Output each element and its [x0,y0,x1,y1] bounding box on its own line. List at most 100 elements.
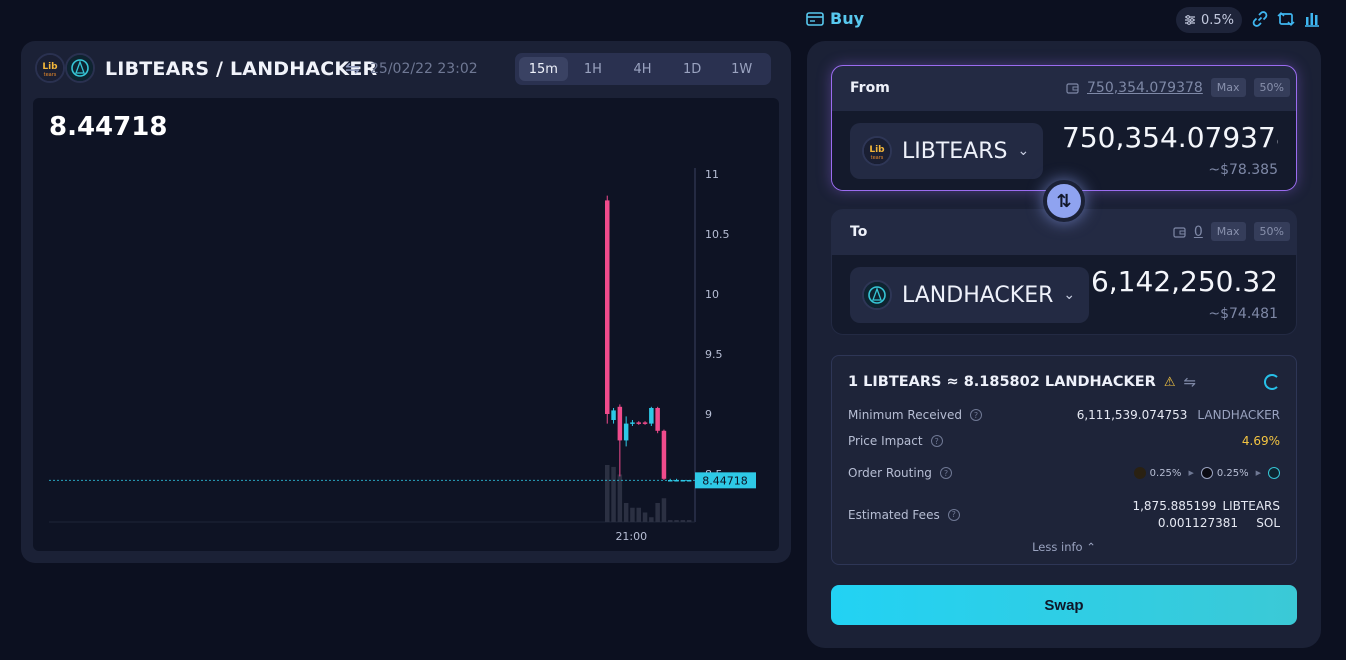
y-tick-label: 9.5 [705,348,723,361]
invert-rate-icon[interactable]: ⇋ [1183,373,1196,391]
timeframe-selector: 15m 1H 4H 1D 1W [515,53,771,85]
invert-pair-icon[interactable]: ⇋ [345,58,360,79]
card-icon [806,11,824,26]
candle-body [655,408,660,431]
y-tick-label: 10.5 [705,228,730,241]
volume-bar [674,520,679,522]
fee-line: 1,875.885199 LIBTEARS [1132,499,1280,513]
to-max-button[interactable]: Max [1210,222,1246,241]
timeframe-15m[interactable]: 15m [519,57,568,81]
last-price: 8.44718 [49,112,168,142]
route-fee-1: 0.25% [1149,467,1182,479]
timeframe-1d[interactable]: 1D [668,57,717,81]
to-usd-value: ~$74.481 [1208,306,1278,322]
timeframe-4h[interactable]: 4H [618,57,667,81]
fee-2-value: 0.001127381 [1157,516,1238,530]
slippage-settings-button[interactable]: 0.5% [1176,7,1242,33]
volume-bar [642,512,648,522]
volume-bar [649,517,654,522]
price-impact-value: 4.69% [1241,434,1280,448]
chart-toggle-icon[interactable] [1303,10,1321,28]
from-balance[interactable]: 750,354.079378 [1087,80,1203,96]
to-balance[interactable]: 0 [1194,224,1203,240]
volume-bar [605,465,610,522]
chart-header: Lib tears LIBTEARS / LANDHACKER ⇋ 25/02/2… [21,41,791,97]
minimum-received-value: 6,111,539.074753 [1076,408,1188,422]
to-input-area: LANDHACKER ⌄ 6,142,250.32 ~$74.481 [832,255,1296,334]
volume-bar [630,507,635,522]
to-token-select[interactable]: LANDHACKER ⌄ [850,267,1090,323]
price-chart[interactable]: 1110.5109.598.58.4471821:00 8.44718 [33,98,779,551]
libtears-logo-icon: Lib tears [35,53,65,83]
volume-bar [655,503,660,522]
slippage-value: 0.5% [1200,12,1235,28]
help-icon[interactable]: ? [930,435,943,447]
price-impact-row: Price Impact ? 4.69% [848,434,1280,448]
from-usd-value: ~$78.385 [1208,162,1278,178]
from-token-name: LIBTEARS [902,138,1008,164]
current-price-label: 8.44718 [702,474,748,487]
less-info-toggle[interactable]: Less info ⌃ [832,540,1296,554]
swap-button[interactable]: Swap [831,585,1297,625]
fee-2-unit: SOL [1256,516,1280,530]
minimum-received-label: Minimum Received [848,408,963,422]
help-icon[interactable]: ? [939,467,952,479]
swap-vertical-icon: ⇅ [1056,190,1072,212]
libtears-logo-icon: Lib tears [862,136,892,166]
help-icon[interactable]: ? [947,508,960,521]
order-routing-row: Order Routing ? 0.25% ▶ 0.25% ▶ [848,466,1280,480]
volume-bar [686,520,692,522]
chart-panel: Lib tears LIBTEARS / LANDHACKER ⇋ 25/02/2… [21,41,791,563]
volume-bar [636,507,641,522]
swap-panel: From 750,354.079378 Max 50% Lib tears LIB… [807,41,1321,648]
x-tick-label: 21:00 [615,530,647,543]
sliders-icon [1184,15,1195,25]
landhacker-logo-icon [65,53,95,83]
refresh-icon[interactable] [1277,10,1295,28]
timeframe-1h[interactable]: 1H [569,57,618,81]
swap-info-box: 1 LIBTEARS ≈ 8.185802 LANDHACKER ⚠ ⇋ Min… [831,355,1297,565]
chevron-up-icon: ⌃ [1086,540,1096,554]
candle-body [636,422,641,424]
landhacker-logo-icon [862,280,892,310]
minimum-received-unit: LANDHACKER [1197,408,1280,422]
arrow-right-icon: ▶ [1188,469,1194,477]
from-box: From 750,354.079378 Max 50% Lib tears LIB… [831,65,1297,191]
from-label: From [850,80,890,96]
svg-text:tears: tears [871,155,884,161]
candle-body [642,422,648,424]
timeframe-1w[interactable]: 1W [717,57,766,81]
wallet-icon [1066,82,1079,94]
chart-date: 25/02/22 23:02 [370,61,478,77]
volume-bar [680,520,686,522]
candle-body [649,408,654,424]
minimum-received-row: Minimum Received ? 6,111,539.074753 LAND… [848,408,1280,422]
price-impact-label: Price Impact [848,434,923,448]
fee-1-value: 1,875.885199 [1132,499,1217,513]
estimated-fees-label: Estimated Fees [848,507,940,522]
help-icon[interactable]: ? [970,409,983,421]
from-token-select[interactable]: Lib tears LIBTEARS ⌄ [850,123,1044,179]
estimated-fees-row: Estimated Fees ? 1,875.885199 LIBTEARS 0… [848,499,1280,530]
exchange-rate: 1 LIBTEARS ≈ 8.185802 LANDHACKER ⚠ ⇋ [848,373,1196,391]
flip-tokens-button[interactable]: ⇅ [1043,180,1085,222]
from-max-button[interactable]: Max [1210,78,1246,97]
from-amount-input[interactable]: 750,354.079378 [1062,121,1278,154]
route-path: 0.25% ▶ 0.25% ▶ [1133,467,1280,479]
to-balance-row: 0 Max 50% [1173,222,1290,241]
candle-body [611,410,616,420]
svg-text:tears: tears [44,72,57,78]
refresh-timer-icon[interactable] [1264,374,1280,390]
volume-bar [611,466,616,522]
y-tick-label: 10 [705,288,719,301]
candle-body [605,200,610,414]
buy-label: Buy [830,9,865,28]
route-fee-2: 0.25% [1216,467,1249,479]
link-icon[interactable] [1251,10,1269,28]
from-half-button[interactable]: 50% [1253,78,1290,97]
to-half-button[interactable]: 50% [1253,222,1290,241]
buy-link[interactable]: Buy [806,9,864,28]
sol-logo-icon [1200,467,1213,479]
to-token-name: LANDHACKER [902,282,1054,308]
to-box: To 0 Max 50% LANDHACKER ⌄ 6,142,250.32 ~… [831,209,1297,335]
